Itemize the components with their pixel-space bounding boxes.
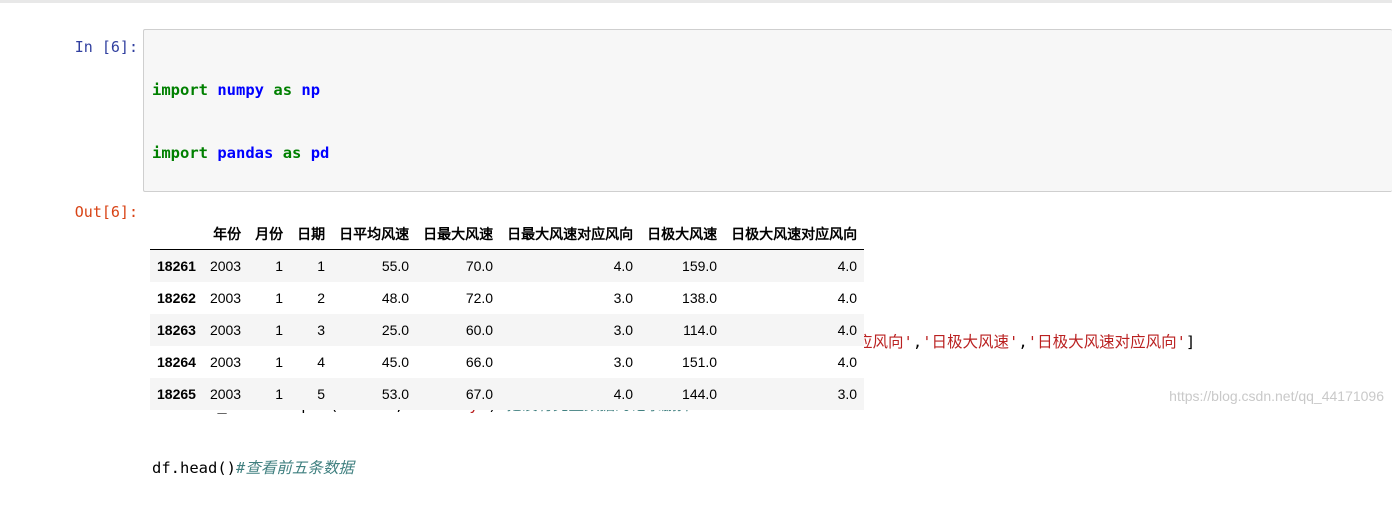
row-index: 18261 [157, 258, 196, 274]
table-cell: 4.0 [837, 322, 858, 338]
column-header: 年份 [202, 218, 249, 250]
table-cell: 1 [275, 354, 284, 370]
code-comment: #查看前五条数据 [236, 459, 354, 477]
table-cell: 25.0 [381, 322, 410, 338]
table-cell: 67.0 [465, 386, 494, 402]
row-index: 18264 [157, 354, 196, 370]
table-cell: 4.0 [613, 258, 634, 274]
table-cell: 2003 [209, 386, 242, 402]
table-cell: 4.0 [837, 290, 858, 306]
table-cell: 1 [275, 386, 284, 402]
table-cell: 3.0 [613, 354, 634, 370]
table-cell: 3 [317, 322, 326, 338]
table-cell: 1 [275, 290, 284, 306]
code-segment: ] [1185, 333, 1196, 351]
table-cell: 3.0 [837, 386, 858, 402]
string-literal: '日极大风速' [922, 333, 1019, 351]
table-cell: 72.0 [465, 290, 494, 306]
string-literal: '日极大风速对应风向' [1027, 333, 1186, 351]
table-cell: 5 [317, 386, 326, 402]
keyword: as [282, 144, 302, 162]
dataframe-table: 年份 月份 日期 日平均风速 日最大风速 日最大风速对应风向 日极大风速 日极大… [150, 218, 865, 410]
column-header: 日平均风速 [332, 218, 417, 250]
table-cell: 2 [317, 290, 326, 306]
table-row: 18261 2003 1 1 55.0 70.0 4.0 159.0 4.0 [150, 249, 865, 282]
table-cell: 138.0 [682, 290, 718, 306]
input-prompt: In [6]: [74, 38, 138, 56]
table-cell: 151.0 [682, 354, 718, 370]
table-cell: 1 [317, 258, 326, 274]
column-header: 月份 [248, 218, 291, 250]
module-alias: np [301, 81, 321, 99]
code-line-7: df.head()#查看前五条数据 [152, 458, 1195, 479]
table-cell: 4 [317, 354, 326, 370]
table-cell: 70.0 [465, 258, 494, 274]
table-cell: 60.0 [465, 322, 494, 338]
column-header: 日期 [290, 218, 333, 250]
table-cell: 159.0 [682, 258, 718, 274]
table-cell: 2003 [209, 290, 242, 306]
table-header-row: 年份 月份 日期 日平均风速 日最大风速 日最大风速对应风向 日极大风速 日极大… [150, 218, 865, 250]
module-alias: pd [310, 144, 330, 162]
table-row: 18262 2003 1 2 48.0 72.0 3.0 138.0 4.0 [150, 282, 865, 314]
keyword: as [273, 81, 293, 99]
column-header: 日极大风速对应风向 [724, 218, 865, 250]
table-cell: 144.0 [682, 386, 718, 402]
module-name: pandas [217, 144, 274, 162]
table-cell: 3.0 [613, 322, 634, 338]
table-cell: 55.0 [381, 258, 410, 274]
table-cell: 3.0 [613, 290, 634, 306]
table-row: 18264 2003 1 4 45.0 66.0 3.0 151.0 4.0 [150, 346, 865, 378]
module-name: numpy [217, 81, 265, 99]
output-prompt: Out[6]: [74, 203, 138, 221]
column-header: 日最大风速 [416, 218, 501, 250]
code-segment: df.head() [152, 459, 236, 477]
table-cell: 114.0 [683, 322, 718, 338]
table-cell: 53.0 [381, 386, 410, 402]
table-cell: 2003 [209, 322, 242, 338]
row-index: 18262 [157, 290, 196, 306]
code-line-1: import numpy as np [152, 80, 1195, 101]
keyword: import [152, 144, 208, 162]
table-cell: 66.0 [465, 354, 494, 370]
row-index: 18263 [157, 322, 196, 338]
top-divider [0, 0, 1392, 3]
column-header: 日极大风速 [640, 218, 725, 250]
table-cell: 2003 [209, 258, 242, 274]
watermark: https://blog.csdn.net/qq_44171096 [1169, 388, 1384, 404]
table-cell: 4.0 [837, 258, 858, 274]
table-cell: 4.0 [613, 386, 634, 402]
table-cell: 1 [275, 322, 284, 338]
code-line-2: import pandas as pd [152, 143, 1195, 164]
table-cell: 45.0 [381, 354, 410, 370]
table-cell: 4.0 [837, 354, 858, 370]
code-input-area[interactable]: import numpy as np import pandas as pd d… [143, 29, 1392, 477]
keyword: import [152, 81, 208, 99]
column-header: 日最大风速对应风向 [500, 218, 641, 250]
index-header [150, 218, 203, 250]
table-cell: 1 [275, 258, 284, 274]
table-cell: 48.0 [381, 290, 410, 306]
table-row: 18263 2003 1 3 25.0 60.0 3.0 114.0 4.0 [150, 314, 865, 346]
table-row: 18265 2003 1 5 53.0 67.0 4.0 144.0 3.0 [150, 378, 865, 410]
table-cell: 2003 [209, 354, 242, 370]
row-index: 18265 [157, 386, 196, 402]
